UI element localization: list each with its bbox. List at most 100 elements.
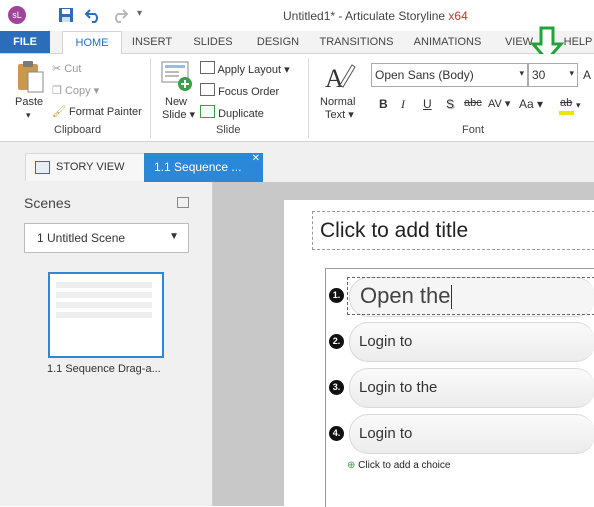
tab-design[interactable]: DESIGN xyxy=(255,31,301,53)
spacing-label: AV xyxy=(488,98,502,110)
close-icon[interactable]: ✕ xyxy=(252,153,260,164)
title-placeholder[interactable]: Click to add title xyxy=(312,211,594,250)
chevron-down-icon: ▼ xyxy=(169,231,179,242)
focus-order-label: Focus Order xyxy=(218,86,280,98)
tab-story-view[interactable]: STORY VIEW xyxy=(25,153,145,181)
chevron-down-icon: ▾ xyxy=(569,68,574,78)
tab-slides[interactable]: SLIDES xyxy=(192,31,234,53)
choice-number: 1. xyxy=(329,288,344,303)
undo-icon[interactable] xyxy=(84,6,102,24)
new-slide-button[interactable]: Slide ▾ xyxy=(162,108,195,121)
copy-icon: ❐ xyxy=(52,85,62,97)
slide-tab-label: 1.1 Sequence ... xyxy=(154,160,242,174)
normal-text-label: Normal xyxy=(320,96,356,108)
story-view-icon xyxy=(35,161,50,174)
choice-3-text: Login to the xyxy=(359,379,438,396)
duplicate-icon xyxy=(200,105,215,118)
tab-insert[interactable]: INSERT xyxy=(131,31,173,53)
copy-label: Copy xyxy=(64,85,91,97)
character-spacing-button[interactable]: AV ▾ xyxy=(488,97,510,110)
format-painter-button[interactable]: 🖌 Format Painter xyxy=(52,105,142,118)
font-family-select[interactable]: Open Sans (Body) ▾ xyxy=(371,63,528,87)
thumbnail-line xyxy=(56,312,152,318)
paste-dropdown-icon[interactable]: ▾ xyxy=(26,110,31,121)
thumbnail-line xyxy=(56,282,152,288)
choice-number: 4. xyxy=(329,426,344,441)
duplicate-label: Duplicate xyxy=(218,108,264,120)
normal-text-button[interactable]: Text ▾ xyxy=(325,108,354,121)
new-slide-label-2: Slide xyxy=(162,109,187,121)
cut-button[interactable]: ✂ Cut xyxy=(52,62,81,75)
bold-button[interactable]: B xyxy=(379,97,388,111)
storyline-logo: sL xyxy=(8,6,26,24)
tab-animations[interactable]: ANIMATIONS xyxy=(410,31,485,53)
text-style-icon[interactable]: A xyxy=(322,59,356,93)
tab-help[interactable]: HELP xyxy=(562,31,594,53)
highlight-color-swatch xyxy=(559,111,574,115)
add-icon: ⊕ xyxy=(347,460,356,471)
paste-button[interactable]: Paste xyxy=(15,96,43,108)
cut-label: Cut xyxy=(64,63,82,75)
apply-layout-label: Apply Layout xyxy=(217,64,282,76)
focus-order-icon xyxy=(200,83,215,96)
duplicate-button[interactable]: Duplicate xyxy=(200,105,264,120)
italic-button[interactable]: I xyxy=(401,97,405,112)
chevron-down-icon: ▾ xyxy=(519,68,524,78)
scissors-icon: ✂ xyxy=(52,63,62,75)
chevron-down-icon[interactable]: ▾ xyxy=(576,100,581,111)
tab-file[interactable]: FILE xyxy=(0,31,50,53)
redo-icon[interactable] xyxy=(111,6,129,24)
tab-home[interactable]: HOME xyxy=(62,31,122,55)
normal-text-label-2: Text xyxy=(325,109,346,121)
case-label: Aa xyxy=(519,97,534,111)
story-view-label: STORY VIEW xyxy=(56,161,125,173)
format-painter-icon: 🖌 xyxy=(52,106,66,118)
change-case-button[interactable]: Aa ▾ xyxy=(519,97,543,111)
font-group-label: Font xyxy=(462,124,485,136)
format-painter-label: Format Painter xyxy=(69,106,142,118)
window-title-text: Untitled1* - Articulate Storyline xyxy=(283,9,446,23)
font-size-value: 30 xyxy=(532,68,546,82)
font-family-value: Open Sans (Body) xyxy=(375,68,474,82)
text-cursor xyxy=(451,285,452,309)
tab-transitions[interactable]: TRANSITIONS xyxy=(319,31,394,53)
divider xyxy=(150,58,151,138)
strikethrough-button[interactable]: abc xyxy=(464,97,482,109)
clipboard-group-label: Clipboard xyxy=(54,124,102,136)
highlight-button[interactable]: ab xyxy=(560,97,572,109)
scene-dropdown-value: 1 Untitled Scene xyxy=(37,231,126,245)
save-icon[interactable] xyxy=(57,6,75,24)
paste-icon[interactable] xyxy=(15,60,45,94)
add-choice-button[interactable]: ⊕ Click to add a choice xyxy=(347,460,450,471)
tab-slide-sequence[interactable]: 1.1 Sequence ... ✕ xyxy=(144,153,263,182)
thumbnail-line xyxy=(56,302,152,308)
slide-thumbnail[interactable] xyxy=(48,272,164,358)
font-size-select[interactable]: 30 ▾ xyxy=(528,63,578,87)
window-title: Untitled1* - Articulate Storyline x64 xyxy=(283,9,468,23)
copy-button[interactable]: ❐ Copy ▾ xyxy=(52,84,99,97)
add-choice-label: Click to add a choice xyxy=(358,460,451,471)
highlight-label: ab xyxy=(560,97,573,109)
thumbnail-caption: 1.1 Sequence Drag-a... xyxy=(47,363,161,375)
choice-4-text: Login to xyxy=(359,425,413,442)
grow-font-icon[interactable]: A xyxy=(583,68,591,82)
customize-qat-icon[interactable]: ▾ xyxy=(137,8,142,19)
choice-1-text[interactable]: Open the xyxy=(360,283,451,309)
focus-order-button[interactable]: Focus Order xyxy=(200,83,279,98)
divider xyxy=(308,58,309,138)
layout-icon xyxy=(200,61,215,74)
thumbnail-line xyxy=(56,292,152,298)
ribbon-tab-row: FILE HOME INSERT SLIDES DESIGN TRANSITIO… xyxy=(0,31,594,55)
slide-group-label: Slide xyxy=(216,124,241,136)
new-slide-icon[interactable] xyxy=(161,60,193,92)
scene-dropdown[interactable]: 1 Untitled Scene ▼ xyxy=(24,223,189,253)
new-slide-label: New xyxy=(165,96,188,108)
choice-number: 2. xyxy=(329,334,344,349)
scenes-panel: Scenes 1 Untitled Scene ▼ 1.1 Sequence D… xyxy=(0,182,213,506)
underline-button[interactable]: U xyxy=(423,97,432,111)
arch-label: x64 xyxy=(448,9,468,23)
title-bar: sL ▾ Untitled1* - Articulate Storyline x… xyxy=(0,0,594,31)
restore-panel-icon[interactable] xyxy=(177,197,189,208)
shadow-button[interactable]: S xyxy=(446,97,454,111)
apply-layout-button[interactable]: Apply Layout ▾ xyxy=(200,61,290,76)
